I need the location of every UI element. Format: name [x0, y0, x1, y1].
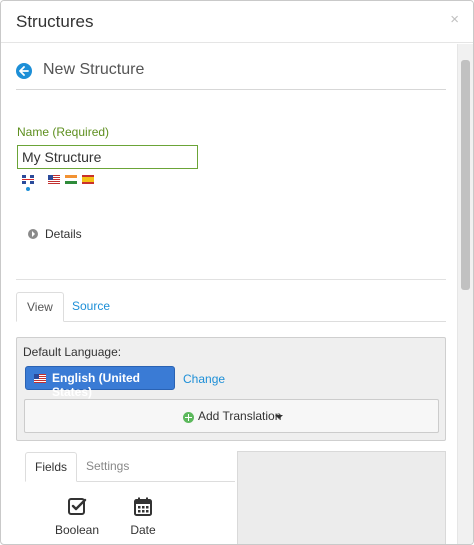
- page-header: New Structure: [16, 58, 446, 90]
- name-input[interactable]: [17, 145, 198, 169]
- name-field-label: Name (Required): [17, 125, 110, 139]
- chevron-right-circle-icon: [28, 229, 38, 239]
- flag-us-icon[interactable]: [48, 175, 60, 184]
- structures-dialog: Structures × New Structure Name (Require…: [0, 0, 474, 545]
- selected-language-indicator: [26, 187, 30, 191]
- field-boolean-label: Boolean: [54, 523, 100, 537]
- field-palette: Fields Settings Boolean Date: [25, 452, 235, 544]
- default-language-value: English (United States): [52, 371, 140, 399]
- tab-fields[interactable]: Fields: [25, 452, 78, 482]
- field-date[interactable]: Date: [113, 496, 173, 544]
- flag-india-icon[interactable]: [65, 175, 77, 184]
- section-divider: [16, 279, 446, 280]
- flag-us-icon: [34, 374, 46, 383]
- flag-uk-icon[interactable]: [22, 175, 34, 184]
- tab-view[interactable]: View: [16, 292, 64, 322]
- field-date-label: Date: [130, 523, 156, 537]
- dialog-title-bar: Structures ×: [1, 1, 473, 43]
- dialog-title: Structures: [16, 12, 94, 31]
- palette-tabs: Fields Settings: [25, 452, 235, 482]
- vertical-scrollbar[interactable]: [457, 44, 473, 544]
- page-title: New Structure: [43, 61, 145, 78]
- field-boolean[interactable]: Boolean: [47, 496, 107, 544]
- default-language-button[interactable]: English (United States): [25, 366, 175, 399]
- structure-canvas[interactable]: [237, 451, 446, 544]
- change-language-link[interactable]: Change: [183, 372, 225, 386]
- close-icon[interactable]: ×: [450, 11, 459, 28]
- details-label: Details: [45, 227, 82, 241]
- plus-circle-icon: [183, 412, 194, 423]
- default-language-label: Default Language:: [23, 345, 122, 359]
- view-source-tabs: View Source: [16, 292, 446, 322]
- add-translation-button[interactable]: Add Translation: [24, 399, 439, 433]
- caret-down-icon: [275, 415, 283, 419]
- add-translation-label: Add Translation: [198, 409, 282, 423]
- calendar-icon: [134, 497, 152, 516]
- language-panel: Default Language: English (United States…: [16, 337, 446, 441]
- tab-source[interactable]: Source: [62, 292, 120, 322]
- scrollbar-thumb[interactable]: [461, 60, 470, 290]
- back-arrow-icon[interactable]: [16, 63, 32, 79]
- flag-spain-icon[interactable]: [82, 175, 94, 184]
- checkbox-icon: [68, 498, 87, 515]
- dialog-content: New Structure Name (Required) Details Vi…: [1, 44, 457, 544]
- tab-settings[interactable]: Settings: [77, 452, 138, 482]
